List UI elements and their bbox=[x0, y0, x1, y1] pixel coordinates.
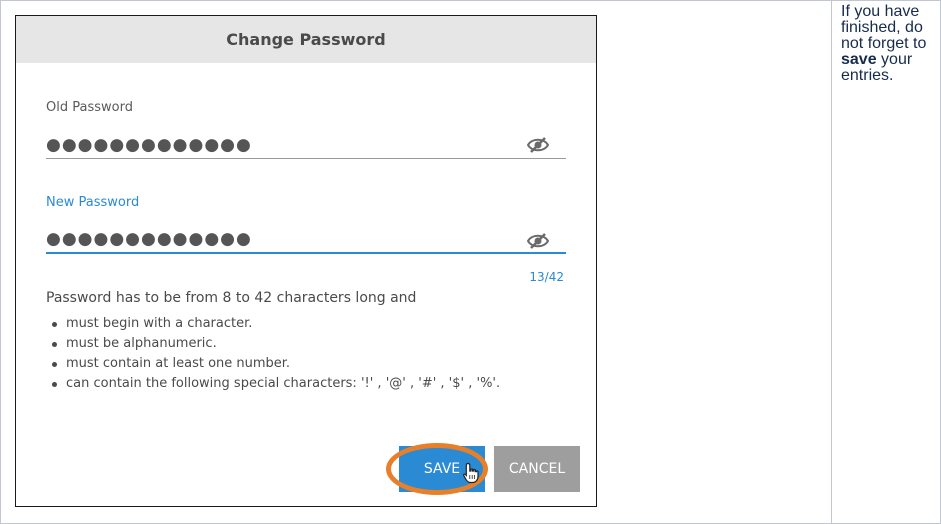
cancel-button[interactable]: CANCEL bbox=[494, 446, 580, 492]
password-rule-item: must be alphanumeric. bbox=[46, 334, 500, 354]
password-rules-list: must begin with a character. must be alp… bbox=[46, 314, 500, 394]
change-password-dialog: Change Password Old Password New Passwor… bbox=[15, 15, 597, 507]
password-rule-item: can contain the following special charac… bbox=[46, 374, 500, 394]
eye-slash-icon[interactable] bbox=[526, 232, 550, 250]
new-password-input[interactable] bbox=[46, 226, 566, 254]
password-rule-item: must begin with a character. bbox=[46, 314, 500, 334]
character-counter: 13/42 bbox=[529, 270, 564, 284]
old-password-label: Old Password bbox=[46, 100, 133, 115]
eye-slash-icon[interactable] bbox=[526, 136, 550, 154]
note-text-bold: save bbox=[841, 51, 877, 68]
password-rule-item: must contain at least one number. bbox=[46, 354, 500, 374]
hand-pointer-icon bbox=[463, 462, 479, 484]
old-password-input[interactable] bbox=[46, 131, 566, 159]
note-text-before: If you have finished, do not forget to bbox=[841, 3, 927, 52]
dialog-title: Change Password bbox=[16, 16, 596, 63]
instruction-note: If you have finished, do not forget to s… bbox=[841, 4, 937, 84]
new-password-label: New Password bbox=[46, 195, 140, 210]
table-cell-divider bbox=[831, 0, 832, 524]
password-rules-intro: Password has to be from 8 to 42 characte… bbox=[46, 290, 417, 306]
